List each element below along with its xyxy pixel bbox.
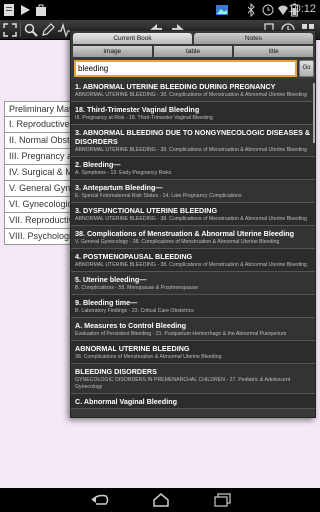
tab-current-book[interactable]: Current Book [73, 33, 192, 44]
result-title: 3. Antepartum Bleeding— [75, 183, 163, 192]
search-result-item[interactable]: 5. Uterine bleeding— B. Complications - 5… [71, 272, 315, 295]
search-result-item[interactable]: ABNORMAL UTERINE BLEEDING 38. Complicatio… [71, 341, 315, 364]
type-tabs: image table title [72, 46, 314, 57]
go-button[interactable]: Go [299, 60, 314, 77]
wifi-icon [278, 5, 288, 15]
result-location: A. Symptoms - 13. Early Pregnancy Risks [75, 170, 172, 176]
result-location: III. Pregnancy at Risk - 18. Third-Trime… [75, 115, 213, 121]
scrollbar[interactable] [313, 83, 315, 143]
result-title: 9. Bleeding time— [75, 298, 138, 307]
bluetooth-icon [247, 3, 255, 17]
result-title: 38. Complications of Menstruation & Abno… [75, 229, 294, 238]
result-location: ABNORMAL UTERINE BLEEDING - 38. Complica… [75, 262, 307, 268]
search-result-item[interactable]: 3. ABNORMAL BLEEDING DUE TO NONGYNECOLOG… [71, 125, 315, 157]
search-result-item[interactable]: BLEEDING DISORDERS GYNECOLOGIC DISORDERS … [71, 364, 315, 394]
result-title: 3. DYSFUNCTIONAL UTERINE BLEEDING [75, 206, 218, 215]
result-title: BLEEDING DISORDERS [75, 367, 157, 376]
back-icon[interactable] [90, 493, 110, 507]
scope-tabs: Current Book Notes [72, 33, 314, 44]
search-result-item[interactable]: A. Measures to Control Bleeding Evaluatio… [71, 318, 315, 341]
result-title: 3. ABNORMAL BLEEDING DUE TO NONGYNECOLOG… [75, 128, 311, 146]
result-title: 2. Bleeding— [75, 160, 121, 169]
navigation-bar [0, 488, 320, 512]
search-result-item[interactable]: 3. Antepartum Bleeding— E. Special Fetoma… [71, 180, 315, 203]
result-location: V. General Gynecology - 38. Complication… [75, 239, 280, 245]
search-popup: Current Book Notes image table title Go … [70, 30, 316, 418]
tab-table[interactable]: table [153, 46, 233, 57]
search-result-item[interactable]: 18. Third-Trimester Vaginal Bleeding III.… [71, 102, 315, 125]
result-location: 38. Complications of Menstruation & Abno… [75, 354, 222, 360]
result-location: ABNORMAL UTERINE BLEEDING - 38. Complica… [75, 92, 307, 98]
search-input[interactable] [74, 60, 297, 77]
home-icon[interactable] [152, 493, 170, 507]
toolbar-divider [20, 23, 21, 37]
tab-title[interactable]: title [234, 46, 314, 57]
image-icon [216, 5, 228, 15]
result-title: 18. Third-Trimester Vaginal Bleeding [75, 105, 200, 114]
bag-icon [36, 4, 46, 16]
result-location: Evaluation of Persistent Bleeding - 21. … [75, 331, 287, 337]
search-result-item[interactable]: 4. POSTMENOPAUSAL BLEEDING ABNORMAL UTERI… [71, 249, 315, 272]
result-location: B. Laboratory Findings - 23. Critical Ca… [75, 308, 194, 314]
result-location: B. Complications - 59. Menopause & Postm… [75, 285, 199, 291]
result-location: ABNORMAL UTERINE BLEEDING - 38. Complica… [75, 216, 307, 222]
search-result-item[interactable]: 9. Bleeding time— B. Laboratory Findings … [71, 295, 315, 318]
search-result-item[interactable]: 1. ABNORMAL UTERINE BLEEDING DURING PREG… [71, 79, 315, 102]
result-location: E. Special Fetomaternal Risk States - 14… [75, 193, 242, 199]
status-bar: 10:12 [0, 0, 320, 20]
search-row: Go [74, 60, 314, 78]
result-title: C. Abnormal Vaginal Bleeding [75, 397, 177, 406]
result-location: ABNORMAL UTERINE BLEEDING - 38. Complica… [75, 147, 307, 153]
search-result-item[interactable]: 3. DYSFUNCTIONAL UTERINE BLEEDING ABNORMA… [71, 203, 315, 226]
edit-icon[interactable] [40, 22, 56, 38]
notes-icon [4, 4, 14, 16]
tab-image[interactable]: image [73, 46, 152, 57]
result-title: 5. Uterine bleeding— [75, 275, 147, 284]
result-title: 1. ABNORMAL UTERINE BLEEDING DURING PREG… [75, 82, 276, 91]
search-result-item[interactable]: 38. Complications of Menstruation & Abno… [71, 226, 315, 249]
recent-apps-icon[interactable] [214, 493, 232, 507]
clock: 10:12 [288, 3, 316, 15]
search-results[interactable]: 1. ABNORMAL UTERINE BLEEDING DURING PREG… [71, 79, 315, 417]
result-title: ABNORMAL UTERINE BLEEDING [75, 344, 190, 353]
search-result-item[interactable]: 2. Bleeding— A. Symptoms - 13. Early Preg… [71, 157, 315, 180]
play-icon [21, 5, 30, 15]
search-result-item[interactable]: C. Abnormal Vaginal Bleeding [71, 394, 315, 409]
tab-notes[interactable]: Notes [194, 33, 313, 44]
result-title: A. Measures to Control Bleeding [75, 321, 187, 330]
search-icon[interactable] [23, 22, 39, 38]
alarm-icon [262, 4, 274, 16]
result-location: GYNECOLOGIC DISORDERS IN PREMENARCHAL CH… [75, 377, 291, 390]
result-title: 4. POSTMENOPAUSAL BLEEDING [75, 252, 193, 261]
expand-icon[interactable] [2, 22, 18, 38]
